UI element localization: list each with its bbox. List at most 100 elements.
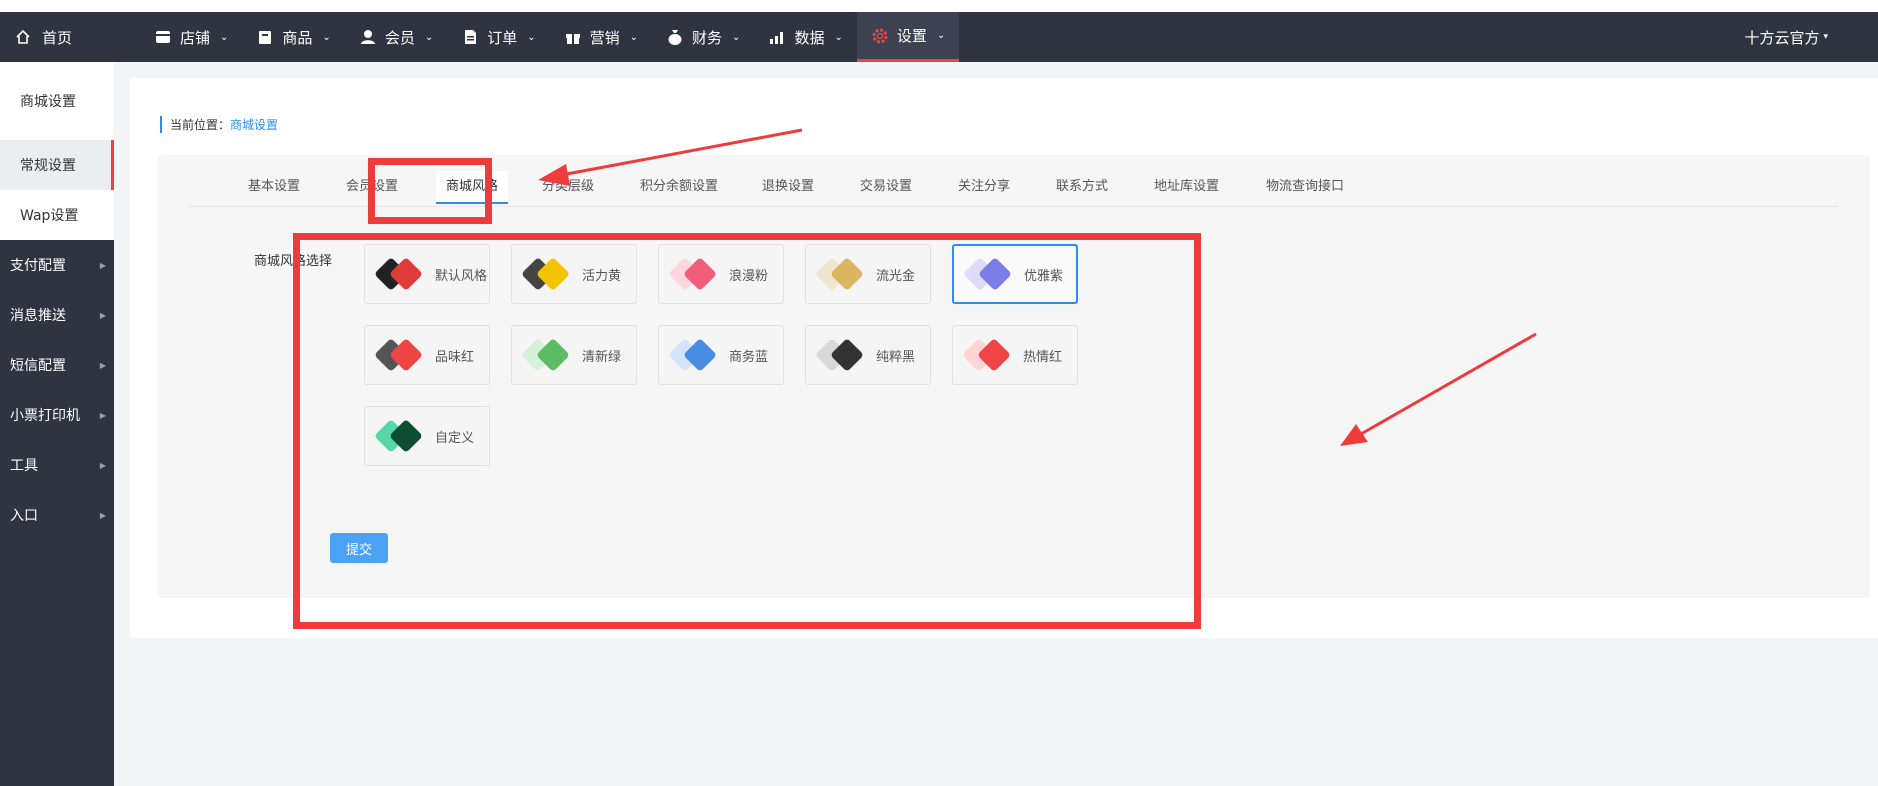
sidebar-item-label: 工具 [10, 458, 38, 474]
sidebar-item-push[interactable]: 消息推送 ▶ [0, 290, 114, 340]
sidebar-item-label: 小票打印机 [10, 408, 80, 424]
settings-panel: 基本设置 会员设置 商城风格 分类层级 积分余额设置 退换设置 交易设置 关注分… [158, 155, 1870, 598]
tab-follow-share[interactable]: 关注分享 [958, 175, 1010, 194]
user-menu[interactable]: 十方云官方 ▾ [1744, 12, 1828, 62]
document-icon [461, 28, 479, 46]
sidebar-item-wap-settings[interactable]: Wap设置 [0, 190, 114, 240]
sidebar-item-entry[interactable]: 入口 ▶ [0, 490, 114, 540]
style-option-label: 品味红 [435, 349, 475, 365]
nav-item-data[interactable]: 数据 ⌄ [754, 12, 856, 62]
caret-right-icon: ▶ [99, 360, 106, 370]
style-option-green[interactable]: 清新绿 [511, 325, 637, 385]
breadcrumb: 当前位置：商城设置 [160, 116, 278, 133]
home-icon [14, 28, 32, 46]
nav-item-label: 财务 [692, 28, 723, 47]
sidebar-item-label: 常规设置 [20, 158, 76, 174]
submit-button[interactable]: 提交 [330, 533, 388, 563]
color-swatch [521, 335, 584, 375]
nav-item-label: 订单 [487, 28, 518, 47]
style-option-default[interactable]: 默认风格 [364, 244, 490, 304]
tab-logistics-api[interactable]: 物流查询接口 [1266, 175, 1344, 194]
nav-item-order[interactable]: 订单 ⌄ [447, 12, 549, 62]
nav-home[interactable]: 首页 [14, 12, 72, 62]
style-option-label: 浪漫粉 [729, 268, 769, 284]
breadcrumb-prefix: 当前位置： [170, 118, 231, 132]
nav-item-settings[interactable]: 设置 ⌄ [856, 12, 960, 62]
caret-down-icon: ▾ [1823, 32, 1828, 42]
style-option-black[interactable]: 纯粹黑 [805, 325, 931, 385]
caret-right-icon: ▶ [99, 260, 106, 270]
style-option-blue[interactable]: 商务蓝 [658, 325, 784, 385]
color-swatch [815, 254, 878, 294]
sidebar-item-sms[interactable]: 短信配置 ▶ [0, 340, 114, 390]
color-swatch [815, 335, 878, 375]
nav-item-label: 营销 [589, 28, 620, 47]
tab-return[interactable]: 退换设置 [762, 175, 814, 194]
nav-home-label: 首页 [42, 28, 73, 47]
store-icon [154, 28, 172, 46]
style-option-red[interactable]: 品味红 [364, 325, 490, 385]
caret-right-icon: ▶ [99, 510, 106, 520]
style-option-label: 自定义 [435, 430, 475, 446]
sidebar-item-printer[interactable]: 小票打印机 ▶ [0, 390, 114, 440]
gear-icon [871, 27, 889, 45]
nav-item-label: 商品 [282, 28, 313, 47]
style-option-yellow[interactable]: 活力黄 [511, 244, 637, 304]
style-option-label: 清新绿 [582, 349, 622, 365]
style-option-custom[interactable]: 自定义 [364, 406, 490, 466]
money-bag-icon [666, 28, 684, 46]
caret-right-icon: ▶ [99, 310, 106, 320]
tab-member[interactable]: 会员设置 [346, 175, 398, 194]
sidebar-item-general-settings[interactable]: 常规设置 [0, 140, 114, 190]
color-swatch [668, 335, 731, 375]
style-option-label: 商务蓝 [729, 349, 769, 365]
tab-category-level[interactable]: 分类层级 [542, 175, 594, 194]
sidebar-item-label: 支付配置 [10, 258, 66, 274]
sidebar-item-payment[interactable]: 支付配置 ▶ [0, 240, 114, 290]
nav-item-goods[interactable]: 商品 ⌄ [242, 12, 344, 62]
breadcrumb-current[interactable]: 商城设置 [230, 118, 278, 132]
style-option-label: 优雅紫 [1024, 268, 1064, 284]
style-option-gold[interactable]: 流光金 [805, 244, 931, 304]
nav-item-finance[interactable]: 财务 ⌄ [652, 12, 754, 62]
caret-right-icon: ▶ [99, 410, 106, 420]
sidebar-item-label: 消息推送 [10, 308, 66, 324]
sidebar-item-label: 商城设置 [20, 94, 76, 110]
bar-chart-icon [768, 28, 786, 46]
nav-item-label: 设置 [896, 27, 927, 45]
color-swatch [962, 335, 1025, 375]
user-name: 十方云官方 [1744, 28, 1820, 47]
nav-item-member[interactable]: 会员 ⌄ [345, 12, 447, 62]
color-swatch [963, 254, 1026, 294]
browser-bookmark-strip [0, 0, 1878, 12]
main-content: 当前位置：商城设置 基本设置 会员设置 商城风格 分类层级 积分余额设置 退换设… [130, 78, 1878, 638]
style-option-label: 活力黄 [582, 268, 622, 284]
nav-item-label: 店铺 [180, 28, 211, 47]
color-swatch [521, 254, 584, 294]
style-option-pink[interactable]: 浪漫粉 [658, 244, 784, 304]
tab-contact[interactable]: 联系方式 [1056, 175, 1108, 194]
sidebar-item-mall-settings[interactable]: 商城设置 [0, 62, 114, 140]
nav-item-label: 数据 [794, 28, 825, 47]
sidebar-group-mall: 商城设置 常规设置 Wap设置 [0, 62, 114, 240]
style-option-label: 默认风格 [435, 268, 488, 284]
nav-item-marketing[interactable]: 营销 ⌄ [550, 12, 652, 62]
caret-right-icon: ▶ [99, 460, 106, 470]
style-option-purple[interactable]: 优雅紫 [952, 244, 1078, 304]
tab-points-balance[interactable]: 积分余额设置 [640, 175, 718, 194]
style-option-warm-red[interactable]: 热情红 [952, 325, 1078, 385]
user-icon [359, 28, 377, 46]
top-navbar: 首页 店铺 ⌄ 商品 ⌄ 会员 ⌄ 订单 ⌄ 营销 ⌄ 财务 ⌄ 数据 ⌄ 设置… [0, 12, 1878, 62]
sidebar-item-tools[interactable]: 工具 ▶ [0, 440, 114, 490]
sidebar-item-label: Wap设置 [20, 208, 79, 224]
tab-basic[interactable]: 基本设置 [248, 175, 300, 194]
sidebar-item-label: 短信配置 [10, 358, 66, 374]
style-option-label: 纯粹黑 [876, 349, 916, 365]
tab-mall-style[interactable]: 商城风格 [436, 171, 509, 204]
sidebar-item-label: 入口 [10, 508, 38, 524]
tab-trade[interactable]: 交易设置 [860, 175, 912, 194]
color-swatch [374, 416, 437, 456]
nav-item-store[interactable]: 店铺 ⌄ [140, 12, 242, 62]
settings-tabs: 基本设置 会员设置 商城风格 分类层级 积分余额设置 退换设置 交易设置 关注分… [188, 155, 1838, 207]
tab-address-lib[interactable]: 地址库设置 [1154, 175, 1219, 194]
